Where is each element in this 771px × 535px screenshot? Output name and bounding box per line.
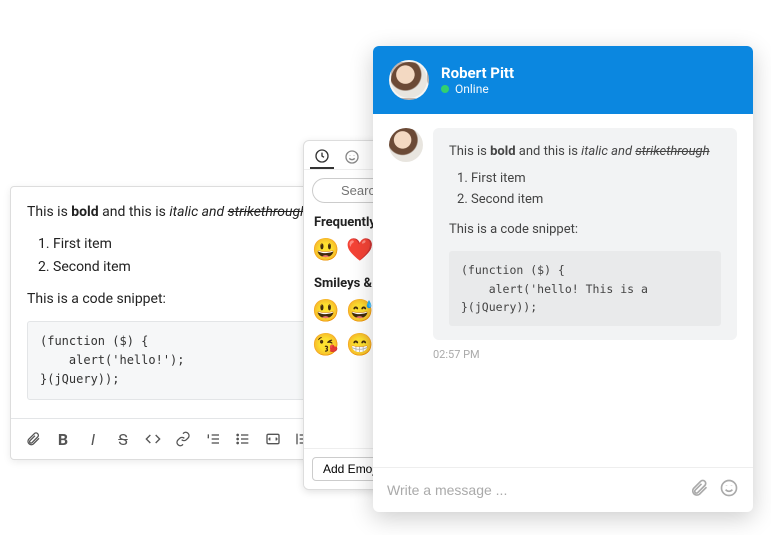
attach-icon[interactable] [689,478,709,502]
bold-icon[interactable]: B [49,425,77,453]
emoji-item[interactable]: 😘 [312,331,340,359]
chat-body: This is bold and this is italic and stri… [373,114,753,467]
message-time: 02:57 PM [433,348,737,361]
emoji-item[interactable]: ❤️ [346,236,374,264]
emoji-icon[interactable] [719,478,739,502]
status-dot-icon [441,85,449,93]
avatar [389,128,423,162]
emoji-item[interactable]: 😅 [346,297,374,325]
emoji-item[interactable]: 😃 [312,236,340,264]
text: This is [449,144,490,159]
list-item: Second item [471,190,721,211]
status-text: Online [455,82,489,96]
text: and this is [516,144,582,159]
chat-header: Robert Pitt Online [373,46,753,114]
chat-status: Online [441,82,514,96]
message-bubble: This is bold and this is italic and stri… [433,128,737,340]
italic-text: italic and strikethrough [169,204,307,220]
italic-text: italic and strikethrough [581,144,709,159]
text: italic and [169,204,227,220]
strikethrough-text: strikethrough [228,204,308,220]
list-item: First item [471,169,721,190]
code-block: (function ($) { alert('hello! This is a … [449,251,721,326]
bold-text: bold [71,204,98,220]
list-ordered-icon[interactable] [199,425,227,453]
emoji-tab-smileys[interactable] [340,145,364,169]
text: and this is [99,204,170,220]
emoji-item[interactable]: 😃 [312,297,340,325]
strikethrough-text: strikethrough [635,144,709,159]
emoji-item[interactable]: 😁 [346,331,374,359]
list-unordered-icon[interactable] [229,425,257,453]
message-row: This is bold and this is italic and stri… [389,128,737,340]
formatted-line: This is bold and this is italic and stri… [449,142,721,163]
attach-icon[interactable] [19,425,47,453]
bold-text: bold [490,144,515,159]
code-icon[interactable] [139,425,167,453]
strikethrough-icon[interactable]: S [109,425,137,453]
message-list: First item Second item [449,169,721,211]
chat-popup: Robert Pitt Online This is bold and this… [373,46,753,512]
link-icon[interactable] [169,425,197,453]
italic-icon[interactable]: I [79,425,107,453]
chat-input[interactable] [387,482,679,498]
chat-user-name: Robert Pitt [441,64,514,82]
chat-input-bar [373,467,753,512]
code-block-icon[interactable] [259,425,287,453]
code-label: This is a code snippet: [449,220,721,241]
avatar [389,60,429,100]
text: italic and [581,144,635,159]
text: This is [27,204,71,220]
emoji-tab-recent[interactable] [310,145,334,169]
